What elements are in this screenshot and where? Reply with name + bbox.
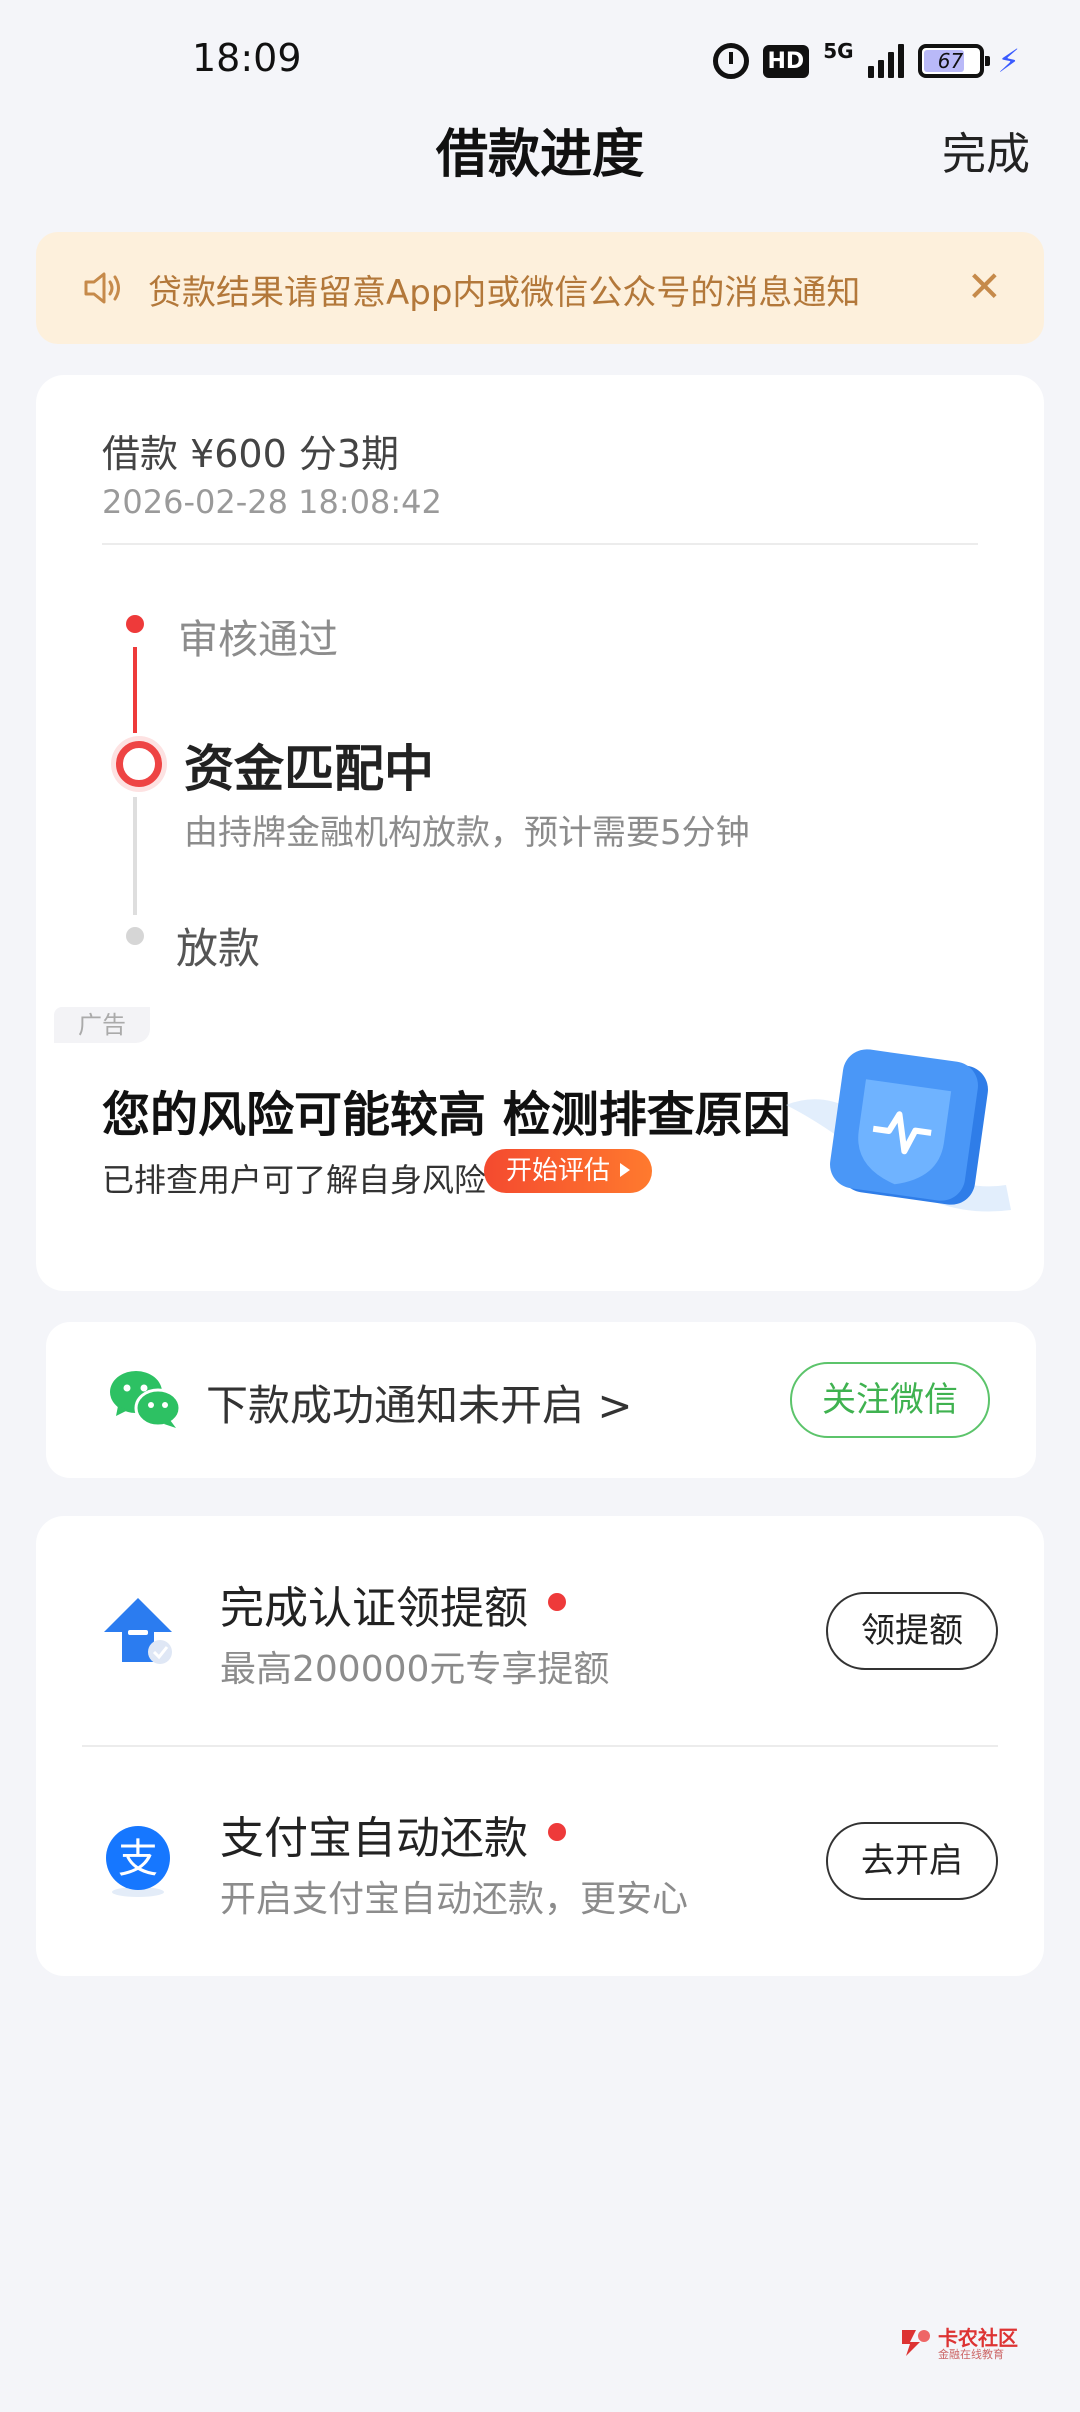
page-title: 借款进度 bbox=[435, 125, 644, 185]
shield-check-icon bbox=[786, 1049, 1011, 1212]
timeline-step-matching: 资金匹配中 bbox=[184, 740, 434, 798]
follow-wechat-button[interactable]: 关注微信 bbox=[790, 1362, 990, 1438]
charging-icon: ⚡ bbox=[997, 42, 1020, 80]
svg-text:支: 支 bbox=[118, 1836, 158, 1882]
task-desc-limit: 最高200000元专享提额 bbox=[220, 1649, 610, 1690]
red-dot-badge bbox=[548, 1823, 566, 1841]
red-dot-badge bbox=[548, 1593, 566, 1611]
enable-autopay-button[interactable]: 去开启 bbox=[826, 1822, 998, 1900]
ad-title[interactable]: 您的风险可能较高 检测排查原因 bbox=[102, 1075, 791, 1145]
network-label: 5G bbox=[823, 39, 854, 63]
task-title-alipay-label: 支付宝自动还款 bbox=[220, 1813, 528, 1864]
task-item-alipay[interactable]: 支 支付宝自动还款 开启支付宝自动还款，更安心 去开启 bbox=[36, 1746, 1044, 1976]
status-time: 18:09 bbox=[192, 36, 302, 80]
ad-subtitle: 已排查用户可了解自身风险 bbox=[102, 1161, 487, 1199]
wechat-notify-card[interactable]: 下款成功通知未开启 > 关注微信 bbox=[46, 1322, 1036, 1478]
task-title-limit: 完成认证领提额 bbox=[220, 1572, 566, 1636]
timeline-line-done bbox=[133, 647, 137, 733]
alarm-icon bbox=[712, 43, 749, 79]
battery-level: 67 bbox=[937, 49, 964, 73]
loan-summary: 借款 ¥600 分3期 bbox=[102, 432, 400, 476]
timeline-ring-current bbox=[116, 741, 162, 787]
task-item-limit[interactable]: 完成认证领提额 最高200000元专享提额 领提额 bbox=[36, 1516, 1044, 1747]
watermark-subtitle: 金融在线教育 bbox=[938, 2348, 1004, 2361]
task-title-alipay: 支付宝自动还款 bbox=[220, 1802, 566, 1866]
divider bbox=[102, 543, 978, 545]
hd-icon: HD bbox=[762, 44, 810, 78]
tasks-card: 完成认证领提额 最高200000元专享提额 领提额 支 支付宝自动还款 开启支付… bbox=[36, 1516, 1044, 1976]
watermark: 卡农社区 金融在线教育 bbox=[898, 2322, 1028, 2364]
timeline-step-approved: 审核通过 bbox=[178, 617, 338, 663]
timeline-dot-done bbox=[126, 615, 144, 633]
status-bar: 18:09 HD 5G 67 ⚡ bbox=[0, 0, 1080, 120]
play-arrow-icon bbox=[620, 1162, 631, 1177]
loan-progress-card: 借款 ¥600 分3期 2026-02-28 18:08:42 审核通过 资金匹… bbox=[36, 375, 1044, 1291]
limit-up-icon bbox=[104, 1598, 172, 1664]
speaker-icon bbox=[84, 272, 120, 304]
signal-icon bbox=[867, 44, 904, 78]
notice-banner: 贷款结果请留意App内或微信公众号的消息通知 ✕ bbox=[36, 232, 1044, 344]
notice-text: 贷款结果请留意App内或微信公众号的消息通知 bbox=[148, 273, 861, 313]
wechat-icon bbox=[110, 1371, 182, 1428]
loan-datetime: 2026-02-28 18:08:42 bbox=[102, 483, 442, 521]
ad-tag: 广告 bbox=[54, 1007, 150, 1043]
watermark-logo-icon bbox=[902, 2330, 930, 2356]
task-desc-alipay: 开启支付宝自动还款，更安心 bbox=[220, 1879, 689, 1920]
start-assessment-label: 开始评估 bbox=[506, 1156, 611, 1186]
claim-limit-button[interactable]: 领提额 bbox=[826, 1592, 998, 1670]
status-icons: HD 5G 67 ⚡ bbox=[712, 38, 1020, 84]
battery-icon: 67 bbox=[917, 44, 990, 78]
timeline-step-matching-desc: 由持牌金融机构放款，预计需要5分钟 bbox=[184, 813, 750, 853]
wechat-notify-text[interactable]: 下款成功通知未开启 > bbox=[206, 1372, 633, 1433]
timeline-step-disburse: 放款 bbox=[176, 924, 261, 973]
done-button[interactable]: 完成 bbox=[942, 118, 1030, 182]
timeline-dot-pending bbox=[126, 927, 144, 945]
close-icon[interactable]: ✕ bbox=[967, 266, 1002, 308]
start-assessment-button[interactable]: 开始评估 bbox=[484, 1149, 653, 1193]
task-title-limit-label: 完成认证领提额 bbox=[220, 1583, 528, 1634]
alipay-icon: 支 bbox=[106, 1826, 170, 1897]
timeline-line-pending bbox=[133, 797, 137, 915]
